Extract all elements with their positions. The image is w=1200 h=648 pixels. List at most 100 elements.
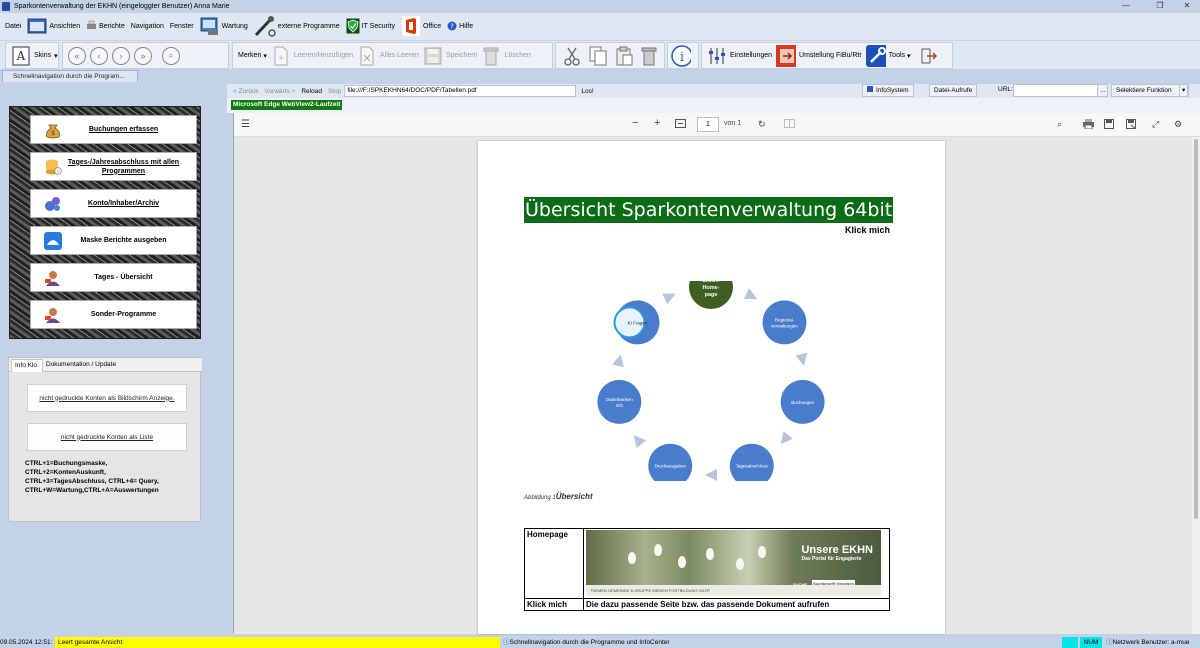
diagram-node[interactable]: KI Fragen bbox=[613, 300, 660, 345]
info-icon[interactable]: i bbox=[671, 44, 691, 67]
menu-office[interactable]: Office bbox=[398, 13, 444, 40]
einstellungen-button[interactable]: Einstellungen bbox=[705, 43, 774, 68]
info-panel: Info Klo. Dokumentation / Update nicht g… bbox=[8, 357, 202, 522]
print-icon[interactable] bbox=[1083, 119, 1094, 131]
diagram-node-label-line: KI Fragen bbox=[628, 320, 648, 325]
tab-dokumentation[interactable]: Dokumentation / Update bbox=[43, 359, 119, 372]
konto-inhaber-archiv-button[interactable]: Konto/Inhaber/Archiv bbox=[30, 189, 197, 218]
tages-uebersicht-button[interactable]: Tages - Übersicht bbox=[30, 263, 197, 292]
trash-icon[interactable] bbox=[641, 46, 657, 66]
last-record-icon[interactable]: » bbox=[134, 46, 152, 65]
fit-page-icon[interactable] bbox=[675, 119, 686, 130]
url-search-input[interactable] bbox=[1013, 84, 1107, 97]
leeren-hinzufuegen-button[interactable]: + Leeren/Hinzufügen bbox=[269, 43, 355, 68]
loeschen-button[interactable]: Löschen bbox=[479, 43, 532, 68]
ellipsis-button[interactable]: ... bbox=[1097, 84, 1109, 97]
go-button[interactable]: Los! bbox=[578, 88, 596, 95]
chevron-down-icon[interactable]: ▾ bbox=[1179, 84, 1189, 97]
menu-fenster[interactable]: Fenster bbox=[167, 13, 197, 40]
status-indicator bbox=[1062, 637, 1078, 648]
maximize-button[interactable]: ❐ bbox=[1145, 0, 1175, 13]
reload-button[interactable]: Reload bbox=[298, 88, 325, 95]
first-record-icon[interactable]: « bbox=[68, 46, 86, 65]
menu-datei[interactable]: Datei bbox=[2, 13, 24, 40]
liste-link[interactable]: nicht gedruckte Konten als Liste bbox=[27, 423, 187, 451]
expand-icon[interactable]: ⤢ bbox=[1152, 119, 1159, 130]
alles-leeren-button[interactable]: Alles Leeren bbox=[355, 43, 421, 68]
diagram-node[interactable]: Regional-verwaltungen bbox=[762, 300, 807, 345]
klick-mich-cell[interactable]: Klick mich bbox=[524, 598, 584, 611]
logo-title: Unsere EKHN bbox=[801, 544, 873, 556]
stop-button[interactable]: Stop bbox=[325, 88, 344, 95]
trash-icon bbox=[481, 46, 501, 66]
minimize-button[interactable]: — bbox=[1111, 0, 1141, 13]
save-icon[interactable] bbox=[1104, 119, 1114, 131]
navigation-button-panel: $ Buchungen erfassen Tages-/Jahresabschl… bbox=[9, 106, 201, 339]
back-button[interactable]: < Zurück bbox=[227, 88, 261, 95]
cycle-arrow bbox=[743, 288, 758, 300]
diagram-node-label: Druckausgaben bbox=[654, 464, 686, 469]
exit-icon[interactable] bbox=[919, 46, 939, 66]
save-as-icon[interactable] bbox=[1126, 119, 1136, 131]
datei-aufrufe-button[interactable]: Datei-Aufrufe bbox=[929, 84, 978, 97]
next-record-icon[interactable]: › bbox=[112, 46, 130, 65]
bildschirm-anzeige-link[interactable]: nicht gedruckte Konten als Bildschirm An… bbox=[27, 384, 187, 412]
copy-icon[interactable] bbox=[589, 46, 607, 66]
menu-externe-programme[interactable]: externe Programme bbox=[251, 13, 343, 40]
banner-cell: Unsere EKHN Das Portal für Engagierte SU… bbox=[583, 528, 890, 599]
diagram-node[interactable]: EKHN-Home-page bbox=[689, 281, 733, 309]
skins-button[interactable]: A Skins ▾ bbox=[9, 43, 60, 68]
speichern-button[interactable]: Speichern bbox=[421, 43, 480, 68]
vertical-scrollbar[interactable] bbox=[1192, 137, 1200, 634]
scrollbar-thumb[interactable] bbox=[1194, 139, 1198, 519]
einstellungen-label: Einstellungen bbox=[730, 52, 773, 59]
outline-icon[interactable]: ☰ bbox=[241, 119, 250, 130]
logo-subtitle: Das Portal für Engagierte bbox=[801, 556, 862, 562]
cut-icon[interactable] bbox=[563, 46, 581, 66]
diagram-node-label-line: Druckausgaben bbox=[654, 464, 686, 469]
help-icon: ? bbox=[447, 21, 457, 33]
infosystem-button[interactable]: InfoSystem bbox=[862, 84, 914, 97]
rotate-icon[interactable]: ↻ bbox=[758, 119, 766, 130]
previous-record-icon[interactable]: ‹ bbox=[90, 46, 108, 65]
maske-berichte-button[interactable]: Maske Berichte ausgeben bbox=[30, 226, 197, 255]
window-title: Sparkontenverwaltung der EKHN (eingelogg… bbox=[14, 3, 230, 10]
klick-mich-link[interactable]: Klick mich bbox=[845, 225, 890, 235]
buchungen-erfassen-button[interactable]: $ Buchungen erfassen bbox=[30, 115, 197, 144]
forward-button[interactable]: Vorwärts > bbox=[261, 88, 298, 95]
menu-berichte[interactable]: Berichte bbox=[83, 13, 128, 40]
merken-button[interactable]: Merken ▾ bbox=[236, 43, 269, 68]
tab-info-klo[interactable]: Info Klo. bbox=[11, 359, 43, 372]
selektiere-funktion-select[interactable]: Selektiere Funktion bbox=[1111, 84, 1189, 97]
diagram-node[interactable]: Buchungen bbox=[780, 379, 825, 424]
tools-button[interactable]: Tools ▾ bbox=[864, 43, 913, 68]
search-icon[interactable]: ⌕ bbox=[162, 46, 180, 65]
paste-icon[interactable] bbox=[615, 46, 633, 66]
tages-jahresabschluss-button[interactable]: Tages-/Jahresabschluss mit allen Program… bbox=[30, 152, 197, 181]
menu-wartung[interactable]: Wartung bbox=[197, 13, 251, 40]
menu-ansichten[interactable]: Ansichten bbox=[24, 13, 83, 40]
diagram-node[interactable]: Tagesabschluss bbox=[729, 443, 774, 481]
ekhn-banner-image[interactable]: Unsere EKHN Das Portal für Engagierte SU… bbox=[586, 530, 881, 596]
leeren-hinzufuegen-label: Leeren/Hinzufügen bbox=[293, 52, 354, 59]
tab-schnellnavigation[interactable]: Schnellnavigation durch die Program... bbox=[2, 70, 138, 82]
close-button[interactable]: ✕ bbox=[1172, 0, 1200, 13]
two-page-icon[interactable] bbox=[784, 119, 795, 130]
sonder-programme-button[interactable]: Sonder-Programme bbox=[30, 300, 197, 329]
url-input[interactable]: file:///F:/SPKEKHN64/DOC/PDF/Tabellen.pd… bbox=[344, 85, 577, 97]
num-lock-indicator: NUM bbox=[1080, 637, 1102, 648]
umstellung-button[interactable]: Umstellung FiBu/Rtr bbox=[774, 43, 864, 68]
diagram-node[interactable]: Druckausgaben bbox=[648, 443, 693, 481]
diagram-node[interactable]: Datenbanken Info bbox=[597, 379, 642, 424]
menu-hilfe[interactable]: ? Hilfe bbox=[444, 13, 476, 40]
search-icon[interactable]: ⌕ bbox=[1057, 119, 1062, 130]
menu-it-security[interactable]: IT Security bbox=[343, 13, 398, 40]
settings-gear-icon[interactable]: ⚙ bbox=[1174, 119, 1182, 130]
skins-group: A Skins ▾ bbox=[5, 42, 59, 69]
zoom-in-icon[interactable]: + bbox=[654, 117, 660, 129]
cycle-arrow bbox=[795, 352, 808, 366]
menu-navigation[interactable]: Navigation bbox=[128, 13, 167, 40]
zoom-out-icon[interactable]: − bbox=[632, 117, 638, 129]
page-number-input[interactable]: 1 bbox=[697, 117, 719, 132]
cycle-arrow bbox=[633, 434, 646, 449]
